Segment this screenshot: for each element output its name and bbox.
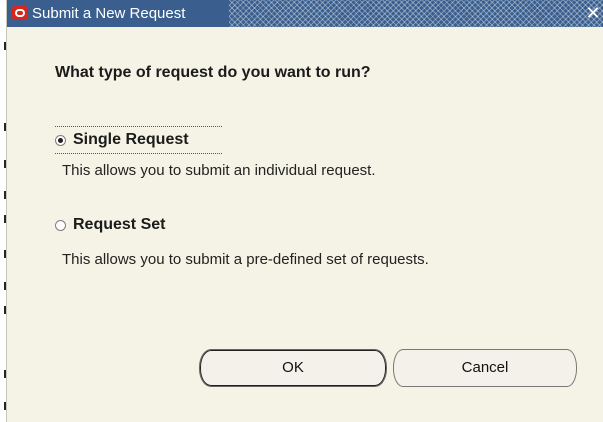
radio-icon[interactable] [55, 134, 66, 146]
single-request-row[interactable]: Single Request [55, 131, 222, 149]
cancel-button-label: Cancel [461, 359, 509, 376]
cancel-button[interactable]: Cancel [393, 349, 577, 387]
radio-icon[interactable] [55, 219, 66, 231]
request-set-row[interactable]: Request Set [55, 216, 165, 234]
single-request-label[interactable]: Single Request [73, 131, 189, 149]
ok-button[interactable]: OK [199, 349, 387, 387]
request-set-description: This allows you to submit a pre-defined … [62, 251, 429, 268]
single-request-option[interactable]: Single Request [55, 126, 222, 154]
title-bar[interactable]: Submit a New Request ✕ [7, 0, 603, 27]
submit-request-dialog: Submit a New Request ✕ What type of requ… [6, 0, 603, 422]
focus-indicator: Single Request [55, 126, 222, 154]
request-set-option[interactable]: Request Set [55, 216, 165, 234]
ok-button-label: OK [282, 359, 304, 376]
oracle-logo-icon [12, 6, 28, 20]
close-icon[interactable]: ✕ [584, 3, 602, 23]
request-type-question: What type of request do you want to run? [55, 64, 371, 81]
single-request-description: This allows you to submit an individual … [62, 162, 376, 179]
window-title: Submit a New Request [32, 5, 186, 22]
request-set-label[interactable]: Request Set [73, 216, 165, 234]
